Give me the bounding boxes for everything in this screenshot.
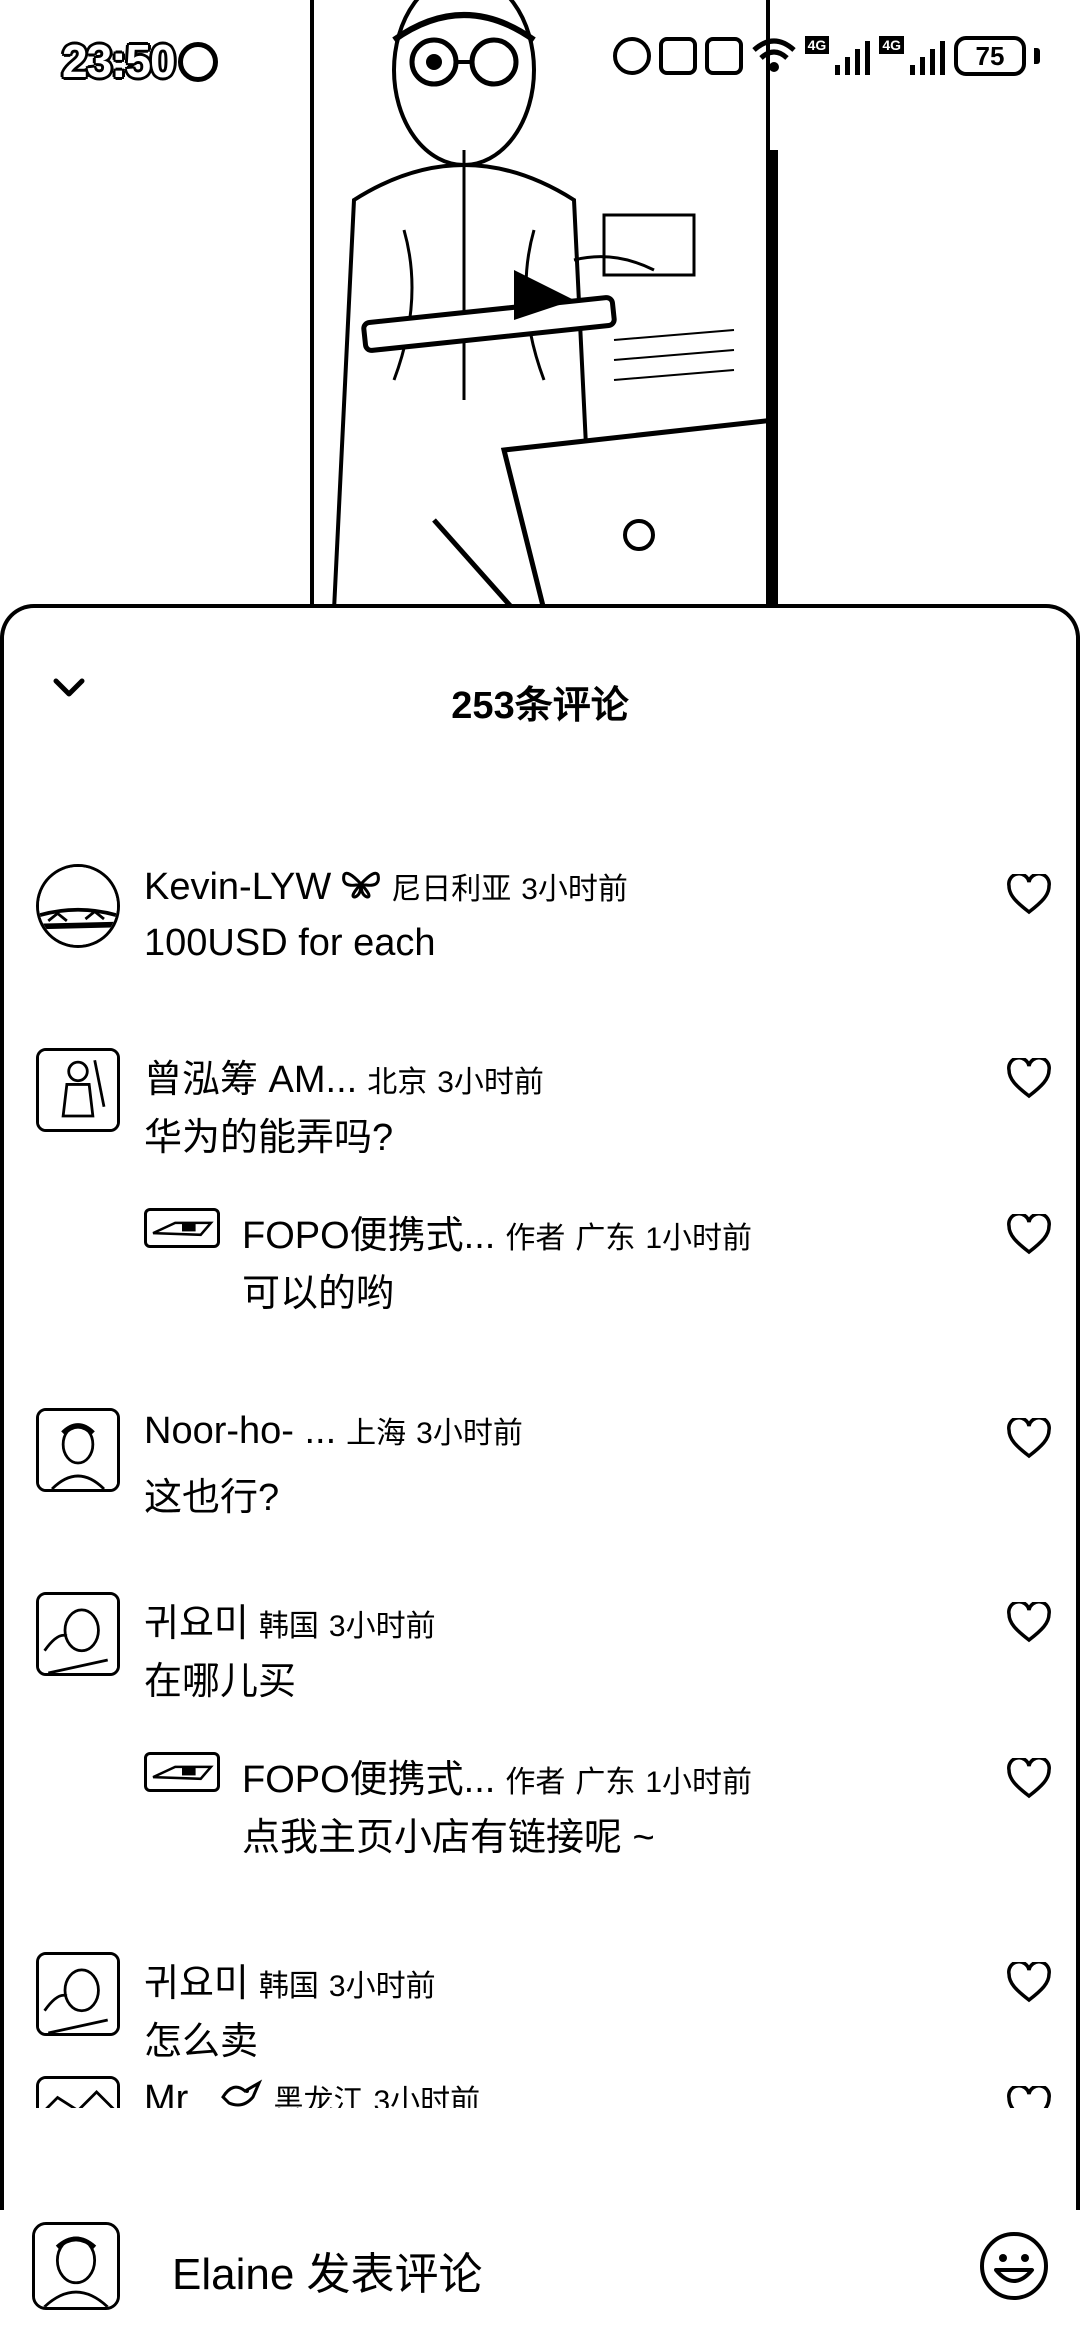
author-avatar[interactable]	[144, 1208, 220, 1248]
commenter-avatar[interactable]	[36, 1408, 120, 1492]
commenter-name[interactable]: FOPO便携式...	[242, 1748, 495, 1803]
heart-icon[interactable]	[1006, 874, 1052, 916]
commenter-name[interactable]: FOPO便携式...	[242, 1204, 495, 1259]
alarm-icon	[612, 37, 651, 75]
comment-location: 尼日利亚	[391, 873, 512, 906]
comments-sheet: 253条评论 Kevin-LYW 尼日利亚 3小时前 100USD for ea…	[0, 604, 1080, 2340]
author-tag: 作者	[505, 1222, 566, 1255]
comment-meta: FOPO便携式... 作者 广东 1小时前	[242, 1748, 752, 1803]
commenter-avatar[interactable]	[36, 864, 120, 948]
comment-input[interactable]: Elaine 发表评论	[172, 2238, 483, 2302]
comment-text[interactable]: 怎么卖	[144, 2010, 258, 2065]
comment-location: 上海	[346, 1417, 407, 1450]
bluetooth-icon	[658, 37, 697, 75]
comment-text[interactable]: 可以的哟	[242, 1262, 394, 1317]
comment-location: 广东	[575, 1222, 636, 1255]
commenter-name[interactable]: Noor-ho- ...	[144, 1410, 336, 1453]
commenter-name[interactable]: Kevin-LYW	[144, 866, 331, 909]
comment-time: 1小时前	[645, 1222, 753, 1255]
battery-tip	[1034, 48, 1040, 64]
comment-text[interactable]: 华为的能弄吗?	[144, 1106, 393, 1161]
comment-time: 3小时前	[437, 1066, 544, 1099]
cellular-signal-icon-2: 4G	[879, 36, 946, 76]
heart-icon[interactable]	[1006, 1214, 1052, 1256]
my-avatar[interactable]	[32, 2222, 120, 2310]
wifi-icon	[751, 38, 796, 72]
comment-meta: Mr_ 黑龙江 3小时前	[144, 2076, 480, 2108]
screen: 23:50 4G 4G 75 253条评论 Kevin-LYW 尼日利亚 3小时…	[0, 0, 1080, 2340]
comment-meta: 귀요미 韩国 3小时前	[144, 1592, 436, 1647]
commenter-avatar[interactable]	[36, 1048, 120, 1132]
comment-location: 北京	[367, 1066, 428, 1099]
heart-icon[interactable]	[1006, 1602, 1052, 1644]
comment-input-bar[interactable]: Elaine 发表评论	[0, 2210, 1080, 2340]
mute-icon	[704, 37, 743, 75]
butterfly-icon	[342, 871, 381, 899]
video-edge	[770, 150, 778, 610]
commenter-name[interactable]: 曾泓筹 AM...	[144, 1048, 357, 1103]
cellular-signal-icon: 4G	[804, 36, 872, 76]
comment-location: 韩国	[258, 1970, 319, 2003]
comment-list[interactable]: Kevin-LYW 尼日利亚 3小时前 100USD for each 曾泓筹 …	[4, 818, 1080, 2108]
commenter-avatar[interactable]	[36, 1592, 120, 1676]
commenter-name[interactable]: 귀요미	[144, 1952, 249, 2007]
heart-icon[interactable]	[1006, 1418, 1052, 1460]
bird-emoji-icon	[221, 2079, 263, 2107]
commenter-avatar[interactable]	[36, 2076, 120, 2108]
comment-time: 3小时前	[416, 1417, 523, 1450]
heart-icon[interactable]	[1006, 1058, 1052, 1100]
comment-text[interactable]: 点我主页小店有链接呢 ~	[242, 1806, 655, 1861]
status-icons: 4G 4G 75	[612, 36, 1040, 76]
network-type-label: 4G	[804, 36, 830, 54]
heart-icon[interactable]	[1006, 1962, 1052, 2004]
comment-time: 3小时前	[373, 2085, 481, 2108]
network-type-label-2: 4G	[879, 36, 904, 54]
comment-meta: Kevin-LYW 尼日利亚 3小时前	[144, 864, 628, 909]
heart-icon[interactable]	[1006, 2086, 1052, 2108]
battery-icon: 75	[954, 36, 1026, 76]
author-tag: 作者	[505, 1766, 566, 1799]
comment-time: 1小时前	[645, 1766, 753, 1799]
heart-icon[interactable]	[1006, 1758, 1052, 1800]
comment-time: 3小时前	[328, 1610, 436, 1643]
comment-time: 3小时前	[521, 873, 628, 906]
status-time: 23:50	[62, 35, 176, 87]
comment-meta: 귀요미 韩国 3小时前	[144, 1952, 436, 2007]
smile-emoji-icon[interactable]	[978, 2230, 1050, 2302]
comment-text[interactable]: 在哪儿买	[144, 1650, 296, 1705]
status-time-badge-icon	[178, 42, 218, 82]
commenter-name[interactable]: Mr_	[144, 2078, 209, 2108]
commenter-name[interactable]: 귀요미	[144, 1592, 249, 1647]
comment-time: 3小时前	[328, 1970, 436, 2003]
comment-meta: Noor-ho- ... 上海 3小时前	[144, 1408, 523, 1453]
comments-count-title: 253条评论	[451, 685, 629, 727]
author-avatar[interactable]	[144, 1752, 220, 1792]
commenter-avatar[interactable]	[36, 1952, 120, 2036]
comment-meta: 曾泓筹 AM... 北京 3小时前	[144, 1048, 544, 1103]
comment-text[interactable]: 100USD for each	[144, 922, 436, 965]
comment-location: 韩国	[258, 1610, 319, 1643]
status-bar: 23:50 4G 4G 75	[0, 0, 1080, 120]
comment-meta: FOPO便携式... 作者 广东 1小时前	[242, 1204, 752, 1259]
comment-location: 广东	[575, 1766, 636, 1799]
sheet-header: 253条评论	[4, 608, 1076, 728]
comment-text[interactable]: 这也行?	[144, 1466, 279, 1521]
comment-location: 黑龙江	[273, 2085, 364, 2108]
